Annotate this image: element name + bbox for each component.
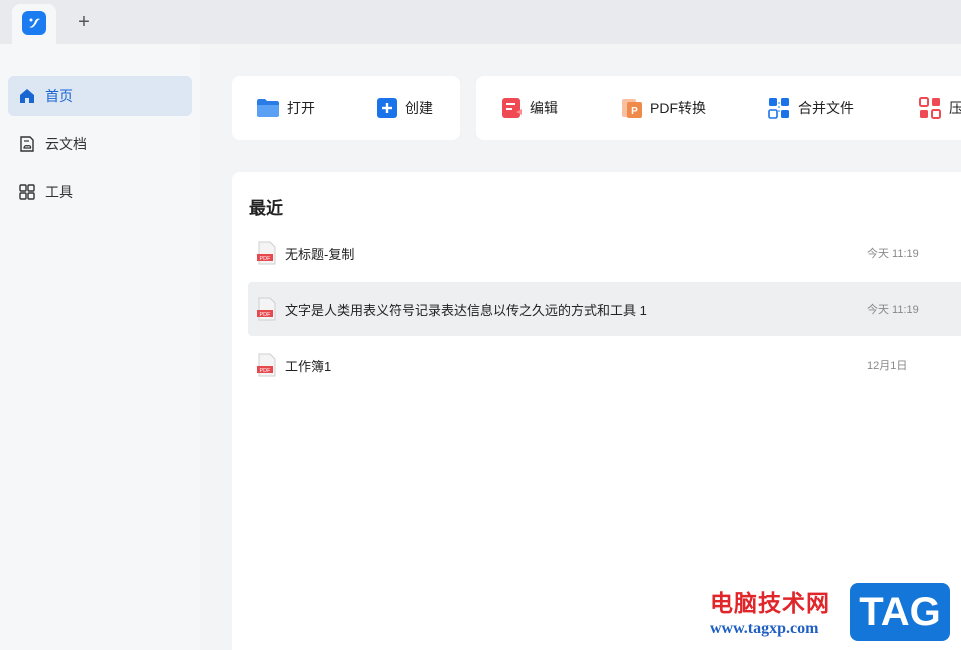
- sidebar-item-label: 工具: [45, 184, 73, 200]
- sidebar: 首页 云文档 工具: [0, 44, 200, 650]
- list-item[interactable]: PDF 无标题-复制 今天 11:19: [248, 226, 961, 280]
- compress-button[interactable]: 压: [918, 96, 961, 120]
- file-name: 文字是人类用表义符号记录表达信息以传之久远的方式和工具 1: [285, 303, 647, 318]
- pdf-convert-icon: P: [622, 99, 642, 118]
- tab-bar: +: [0, 0, 961, 44]
- watermark-tag-logo: TAG: [850, 583, 950, 641]
- recent-files-panel: 最近 PDF 无标题-复制 今天 11:19 PDF 文字是人类用表义符号记录表…: [232, 172, 961, 650]
- pdf-file-icon: PDF: [257, 241, 276, 265]
- watermark: 电脑技术网 www.tagxp.com TAG: [710, 580, 961, 650]
- grid-icon: [19, 184, 35, 200]
- svg-text:PDF: PDF: [260, 312, 272, 318]
- app-home-tab[interactable]: [12, 4, 56, 44]
- pdf-convert-label: PDF转换: [650, 100, 706, 116]
- compress-icon: [919, 97, 941, 119]
- open-button[interactable]: 打开: [256, 96, 315, 120]
- svg-text:PDF: PDF: [260, 368, 272, 374]
- edit-doc-icon: [502, 98, 522, 118]
- quick-actions-file: 打开 创建: [232, 76, 460, 140]
- app-logo-icon: [22, 11, 46, 35]
- file-time: 12月1日: [867, 360, 908, 372]
- pdf-file-icon: PDF: [257, 353, 276, 377]
- main-content: 打开 创建 编辑 P PDF转换 合并文件 压 最近 PDF 无标题-复制 今天…: [200, 44, 961, 650]
- cloud-doc-icon: [20, 136, 34, 152]
- quick-actions-tools: 编辑 P PDF转换 合并文件 压: [476, 76, 961, 140]
- list-item[interactable]: PDF 文字是人类用表义符号记录表达信息以传之久远的方式和工具 1 今天 11:…: [248, 282, 961, 336]
- folder-icon: [257, 99, 279, 117]
- sidebar-item-home[interactable]: 首页: [8, 76, 192, 116]
- file-time: 今天 11:19: [867, 304, 919, 316]
- watermark-url: www.tagxp.com: [710, 620, 819, 637]
- pdf-file-icon: PDF: [257, 297, 276, 321]
- merge-label: 合并文件: [798, 100, 854, 116]
- sidebar-item-label: 首页: [45, 88, 73, 104]
- pdf-convert-button[interactable]: P PDF转换: [621, 96, 706, 120]
- watermark-title: 电脑技术网: [710, 591, 830, 616]
- edit-label: 编辑: [530, 100, 558, 116]
- create-label: 创建: [405, 100, 433, 116]
- sidebar-item-cloud-docs[interactable]: 云文档: [8, 124, 192, 164]
- merge-icon: [768, 98, 789, 119]
- svg-text:PDF: PDF: [260, 256, 272, 262]
- file-time: 今天 11:19: [867, 248, 919, 260]
- list-item[interactable]: PDF 工作簿1 12月1日: [248, 338, 961, 392]
- file-name: 无标题-复制: [285, 247, 355, 262]
- file-name: 工作簿1: [285, 359, 332, 374]
- home-icon: [20, 89, 34, 103]
- recent-title: 最近: [249, 199, 283, 218]
- sidebar-item-tools[interactable]: 工具: [8, 172, 192, 212]
- create-button[interactable]: 创建: [376, 96, 433, 120]
- plus-square-icon: [377, 98, 397, 118]
- svg-text:P: P: [631, 106, 638, 117]
- merge-files-button[interactable]: 合并文件: [767, 96, 854, 120]
- new-tab-button[interactable]: +: [74, 12, 94, 32]
- edit-button[interactable]: 编辑: [501, 96, 558, 120]
- sidebar-item-label: 云文档: [45, 136, 87, 152]
- open-label: 打开: [287, 100, 315, 116]
- compress-label: 压: [949, 100, 961, 116]
